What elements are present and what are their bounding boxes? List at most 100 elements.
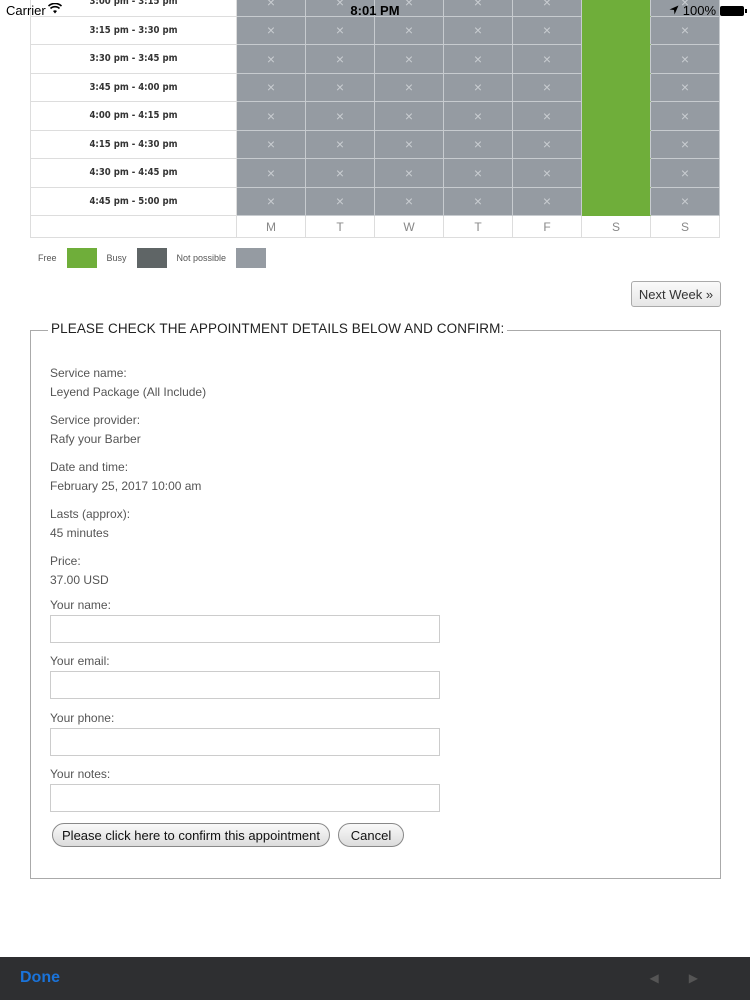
unavailable-slot: × (444, 16, 513, 45)
date-time-label: Date and time: (50, 460, 129, 474)
name-input[interactable] (50, 615, 440, 643)
schedule-grid: 3:00 pm - 3:15 pm × × × × × × 3:15 pm - 3:30 pm… (30, 0, 720, 238)
unavailable-slot: × (444, 187, 513, 216)
unavailable-slot: × (375, 45, 444, 74)
free-slot[interactable] (582, 102, 651, 131)
chevron-left-icon[interactable]: ◀ (650, 971, 689, 985)
service-provider-value: Rafy your Barber (50, 432, 141, 446)
weekday-label: F (513, 216, 582, 238)
notes-input[interactable] (50, 784, 440, 812)
confirmation-title: PLEASE CHECK THE APPOINTMENT DETAILS BEL… (48, 321, 508, 336)
unavailable-slot: × (513, 187, 582, 216)
unavailable-slot: × (375, 102, 444, 131)
unavailable-slot: × (375, 73, 444, 102)
next-week-button[interactable]: Next Week » (631, 281, 721, 307)
unavailable-slot: × (306, 130, 375, 159)
unavailable-slot: × (651, 45, 720, 74)
phone-field-group: Your phone: (50, 709, 440, 756)
legend-not-possible-swatch (236, 248, 267, 268)
email-field-label: Your email: (50, 654, 110, 668)
weekday-label: S (582, 216, 651, 238)
legend-not-possible-label: Not possible (176, 253, 227, 263)
unavailable-slot: × (237, 159, 306, 188)
price-value: 37.00 USD (50, 573, 109, 587)
unavailable-slot: × (651, 16, 720, 45)
name-field-label: Your name: (50, 598, 111, 612)
legend-busy-label: Busy (106, 253, 127, 263)
unavailable-slot: × (444, 159, 513, 188)
unavailable-slot: × (237, 102, 306, 131)
schedule-row: 4:30 pm - 4:45 pm × × × × × × (30, 159, 720, 188)
unavailable-slot: × (513, 73, 582, 102)
phone-field-label: Your phone: (50, 711, 115, 725)
unavailable-slot: × (237, 45, 306, 74)
unavailable-slot: × (651, 102, 720, 131)
time-slot-label: 4:15 pm - 4:30 pm (30, 130, 237, 159)
weekday-label: W (375, 216, 444, 238)
schedule-row: 3:45 pm - 4:00 pm × × × × × × (30, 73, 720, 102)
unavailable-slot: × (375, 16, 444, 45)
cancel-button[interactable]: Cancel (338, 823, 404, 847)
unavailable-slot: × (306, 73, 375, 102)
done-button[interactable]: Done (20, 969, 60, 987)
chevron-right-icon[interactable]: ▶ (689, 971, 728, 985)
weekday-header-row: MTWTFSS (30, 216, 720, 238)
unavailable-slot: × (651, 187, 720, 216)
weekday-label: M (237, 216, 306, 238)
status-bar: Carrier 8:01 PM 100% (0, 0, 750, 20)
free-slot[interactable] (582, 73, 651, 102)
weekday-label: T (306, 216, 375, 238)
schedule-row: 4:45 pm - 5:00 pm × × × × × × (30, 187, 720, 216)
phone-input[interactable] (50, 728, 440, 756)
free-slot[interactable] (582, 159, 651, 188)
unavailable-slot: × (237, 187, 306, 216)
unavailable-slot: × (651, 130, 720, 159)
service-name-label: Service name: (50, 366, 127, 380)
unavailable-slot: × (513, 130, 582, 159)
date-time-value: February 25, 2017 10:00 am (50, 479, 202, 493)
notes-field-group: Your notes: (50, 765, 440, 812)
service-provider-label: Service provider: (50, 413, 141, 427)
unavailable-slot: × (237, 16, 306, 45)
schedule-legend: Free Busy Not possible (38, 248, 276, 268)
unavailable-slot: × (444, 73, 513, 102)
unavailable-slot: × (306, 45, 375, 74)
unavailable-slot: × (444, 102, 513, 131)
appointment-details: Service name: Leyend Package (All Includ… (50, 364, 206, 599)
time-slot-label: 4:00 pm - 4:15 pm (30, 102, 237, 131)
weekday-label: S (651, 216, 720, 238)
free-slot[interactable] (582, 187, 651, 216)
legend-free-label: Free (38, 253, 57, 263)
unavailable-slot: × (375, 130, 444, 159)
unavailable-slot: × (306, 159, 375, 188)
free-slot[interactable] (582, 16, 651, 45)
confirm-appointment-button[interactable]: Please click here to confirm this appoin… (52, 823, 330, 847)
schedule-row: 3:30 pm - 3:45 pm × × × × × × (30, 45, 720, 74)
unavailable-slot: × (375, 187, 444, 216)
weekday-label: T (444, 216, 513, 238)
schedule-row: 4:15 pm - 4:30 pm × × × × × × (30, 130, 720, 159)
email-input[interactable] (50, 671, 440, 699)
time-slot-label: 4:45 pm - 5:00 pm (30, 187, 237, 216)
legend-free-swatch (66, 248, 97, 268)
battery-percent: 100% (682, 3, 716, 18)
duration-label: Lasts (approx): (50, 507, 131, 521)
service-name-value: Leyend Package (All Include) (50, 385, 207, 399)
name-field-group: Your name: (50, 596, 440, 643)
schedule-row: 4:00 pm - 4:15 pm × × × × × × (30, 102, 720, 131)
unavailable-slot: × (513, 102, 582, 131)
unavailable-slot: × (306, 187, 375, 216)
free-slot[interactable] (582, 45, 651, 74)
email-field-group: Your email: (50, 652, 440, 699)
notes-field-label: Your notes: (50, 767, 111, 781)
time-slot-label: 3:45 pm - 4:00 pm (30, 73, 237, 102)
legend-busy-swatch (136, 248, 167, 268)
unavailable-slot: × (237, 73, 306, 102)
free-slot[interactable] (582, 130, 651, 159)
location-arrow-icon (669, 3, 679, 18)
price-label: Price: (50, 554, 81, 568)
time-slot-label: 3:15 pm - 3:30 pm (30, 16, 237, 45)
unavailable-slot: × (651, 73, 720, 102)
unavailable-slot: × (306, 102, 375, 131)
unavailable-slot: × (513, 45, 582, 74)
